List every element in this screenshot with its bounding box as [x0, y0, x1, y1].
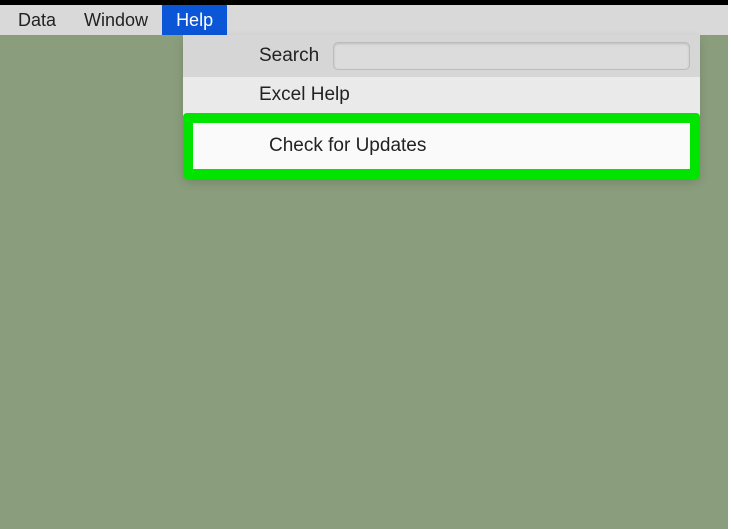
menu-help[interactable]: Help — [162, 5, 227, 35]
help-dropdown: Search Excel Help Check for Updates — [183, 35, 700, 179]
dropdown-item-label: Check for Updates — [269, 135, 426, 157]
dropdown-item-label: Excel Help — [259, 84, 350, 106]
search-input[interactable] — [333, 42, 690, 70]
search-label: Search — [259, 45, 319, 67]
menu-window[interactable]: Window — [70, 5, 162, 35]
menu-data[interactable]: Data — [0, 5, 70, 35]
dropdown-search-row: Search — [183, 35, 700, 77]
dropdown-item-check-for-updates[interactable]: Check for Updates — [193, 123, 690, 169]
tutorial-highlight-frame: Check for Updates — [183, 113, 700, 179]
menubar: Data Window Help — [0, 5, 731, 35]
dropdown-item-excel-help[interactable]: Excel Help — [183, 77, 700, 113]
